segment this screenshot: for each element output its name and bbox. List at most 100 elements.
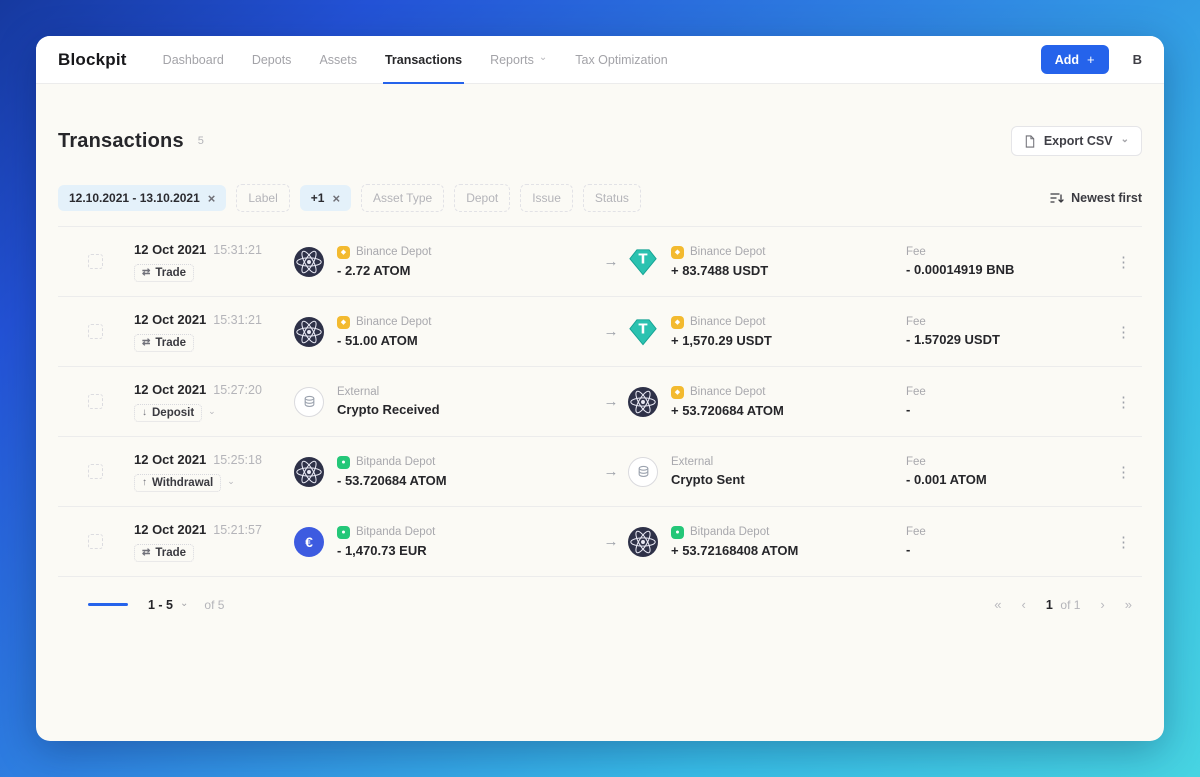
add-button-label: Add	[1055, 53, 1079, 67]
type-line: ↓ Deposit ⌄	[134, 404, 294, 422]
transaction-row[interactable]: 12 Oct 202115:25:18 ↑ Withdrawal ⌄ ● Bit…	[58, 437, 1142, 507]
first-page-button[interactable]: «	[994, 597, 1001, 612]
add-button[interactable]: Add +	[1041, 45, 1109, 74]
row-menu-button[interactable]: ⋮	[1106, 253, 1142, 271]
nav-item-label: Transactions	[385, 53, 462, 67]
transaction-type-label: Withdrawal	[152, 477, 213, 489]
rows-range-label[interactable]: 1 - 5	[148, 598, 173, 612]
checkbox-cell	[88, 534, 134, 549]
sort-label: Newest first	[1071, 191, 1142, 205]
topbar-right: Add + B	[1041, 45, 1142, 74]
date-line: 12 Oct 202115:27:20	[134, 382, 294, 397]
nav-item-depots[interactable]: Depots	[252, 36, 292, 83]
incoming-coin-icon	[628, 387, 658, 417]
sort-control[interactable]: Newest first	[1050, 191, 1142, 205]
filter-chip[interactable]: Depot	[454, 184, 510, 212]
filter-chip-label: Status	[595, 191, 629, 205]
row-menu-button[interactable]: ⋮	[1106, 323, 1142, 341]
transaction-row[interactable]: 12 Oct 202115:31:21 ⇄ Trade ◆ Binance De…	[58, 297, 1142, 367]
nav-item-dashboard[interactable]: Dashboard	[163, 36, 224, 83]
incoming-coin-icon: T	[628, 247, 658, 277]
transaction-type-label: Deposit	[152, 407, 194, 419]
transaction-type-chip[interactable]: ⇄ Trade	[134, 544, 194, 562]
transaction-date: 12 Oct 2021	[134, 312, 206, 327]
transaction-type-icon: ↑	[142, 477, 147, 488]
row-menu-button[interactable]: ⋮	[1106, 393, 1142, 411]
export-csv-button[interactable]: Export CSV ⌄	[1011, 126, 1142, 156]
fee-value: - 0.00014919 BNB	[906, 262, 1106, 277]
filter-chip[interactable]: Asset Type	[361, 184, 444, 212]
chevron-down-icon[interactable]: ⌄	[180, 598, 188, 609]
transaction-type-chip[interactable]: ↓ Deposit	[134, 404, 202, 422]
row-checkbox[interactable]	[88, 394, 103, 409]
row-checkbox[interactable]	[88, 254, 103, 269]
page-body: Transactions 5 Export CSV ⌄ 12.10.2021 -…	[36, 126, 1164, 612]
filter-chip[interactable]: Status	[583, 184, 641, 212]
transaction-date: 12 Oct 2021	[134, 382, 206, 397]
filter-chip[interactable]: 12.10.2021 - 13.10.2021 ×	[58, 185, 226, 211]
outgoing-depot-icon: ●	[337, 456, 350, 469]
close-icon[interactable]: ×	[332, 192, 340, 205]
fee-label: Fee	[906, 386, 1106, 398]
outgoing-depot-icon: ◆	[337, 246, 350, 259]
transaction-type-chip[interactable]: ↑ Withdrawal	[134, 474, 221, 492]
row-checkbox[interactable]	[88, 534, 103, 549]
fee-label: Fee	[906, 316, 1106, 328]
transaction-time: 15:31:21	[213, 243, 262, 257]
date-line: 12 Oct 2021 15:31:21	[134, 312, 294, 327]
transaction-row[interactable]: 12 Oct 202115:21:57 ⇄ Trade € ● Bitpanda…	[58, 507, 1142, 577]
date-cell: 12 Oct 202115:27:20 ↓ Deposit ⌄	[134, 382, 294, 422]
outgoing-coin-icon: €	[294, 527, 324, 557]
filter-chip[interactable]: Label	[236, 184, 289, 212]
outgoing-asset-cell: ● Bitpanda Depot - 53.720684 ATOM	[294, 456, 594, 488]
row-checkbox[interactable]	[88, 464, 103, 479]
nav-item-transactions[interactable]: Transactions	[385, 36, 462, 83]
nav-item-assets[interactable]: Assets	[319, 36, 357, 83]
next-page-button[interactable]: ›	[1100, 597, 1104, 612]
row-menu-button[interactable]: ⋮	[1106, 463, 1142, 481]
close-icon[interactable]: ×	[208, 192, 216, 205]
page-total: of 1	[1060, 598, 1080, 612]
chevron-down-icon[interactable]: ⌄	[208, 407, 216, 416]
fee-label: Fee	[906, 456, 1106, 468]
transaction-row[interactable]: 12 Oct 202115:31:21 ⇄ Trade ◆ Binance De…	[58, 227, 1142, 297]
transaction-type-label: Trade	[155, 267, 186, 279]
outgoing-coin-icon	[294, 317, 324, 347]
document-icon	[1024, 135, 1036, 148]
nav-item-tax-optimization[interactable]: Tax Optimization	[575, 36, 667, 83]
avatar[interactable]: B	[1133, 52, 1142, 67]
plus-icon: +	[1087, 52, 1095, 67]
row-menu-button[interactable]: ⋮	[1106, 533, 1142, 551]
type-line: ⇄ Trade	[134, 544, 294, 562]
nav-item-reports[interactable]: Reports ⌄	[490, 36, 547, 83]
type-line: ⇄ Trade	[134, 334, 294, 352]
row-checkbox[interactable]	[88, 324, 103, 339]
chevron-down-icon[interactable]: ⌄	[227, 477, 235, 486]
transaction-time: 15:31:21	[213, 313, 262, 327]
checkbox-cell	[88, 394, 134, 409]
page-title: Transactions	[58, 130, 184, 153]
incoming-amount: + 53.720684 ATOM	[671, 403, 784, 418]
transaction-time: 15:21:57	[213, 523, 262, 537]
prev-page-button[interactable]: ‹	[1021, 597, 1025, 612]
incoming-amount: + 53.72168408 ATOM	[671, 543, 798, 558]
date-line: 12 Oct 202115:21:57	[134, 522, 294, 537]
rows-progress-bar	[88, 603, 128, 606]
incoming-asset-cell: ● Bitpanda Depot + 53.72168408 ATOM	[628, 526, 906, 558]
transaction-type-chip[interactable]: ⇄ Trade	[134, 334, 194, 352]
filter-chip-label: +1	[311, 191, 325, 205]
filter-chip[interactable]: +1 ×	[300, 185, 351, 211]
date-line: 12 Oct 202115:25:18	[134, 452, 294, 467]
list-footer: 1 - 5 ⌄ of 5 « ‹ 1 of 1 › »	[58, 577, 1142, 612]
incoming-depot-label: Binance Depot	[690, 246, 765, 258]
outgoing-coin-icon	[294, 457, 324, 487]
last-page-button[interactable]: »	[1125, 597, 1132, 612]
filter-chips: 12.10.2021 - 13.10.2021 × Label +1 × Ass…	[58, 184, 641, 212]
main-nav: Dashboard Depots Assets Transactions Rep…	[163, 36, 668, 83]
pager: « ‹ 1 of 1 › »	[994, 597, 1132, 612]
filter-chip-label: Label	[248, 191, 277, 205]
transaction-type-chip[interactable]: ⇄ Trade	[134, 264, 194, 282]
filter-chip[interactable]: Issue	[520, 184, 573, 212]
transaction-row[interactable]: 12 Oct 202115:27:20 ↓ Deposit ⌄ External…	[58, 367, 1142, 437]
current-page: 1	[1046, 598, 1053, 612]
